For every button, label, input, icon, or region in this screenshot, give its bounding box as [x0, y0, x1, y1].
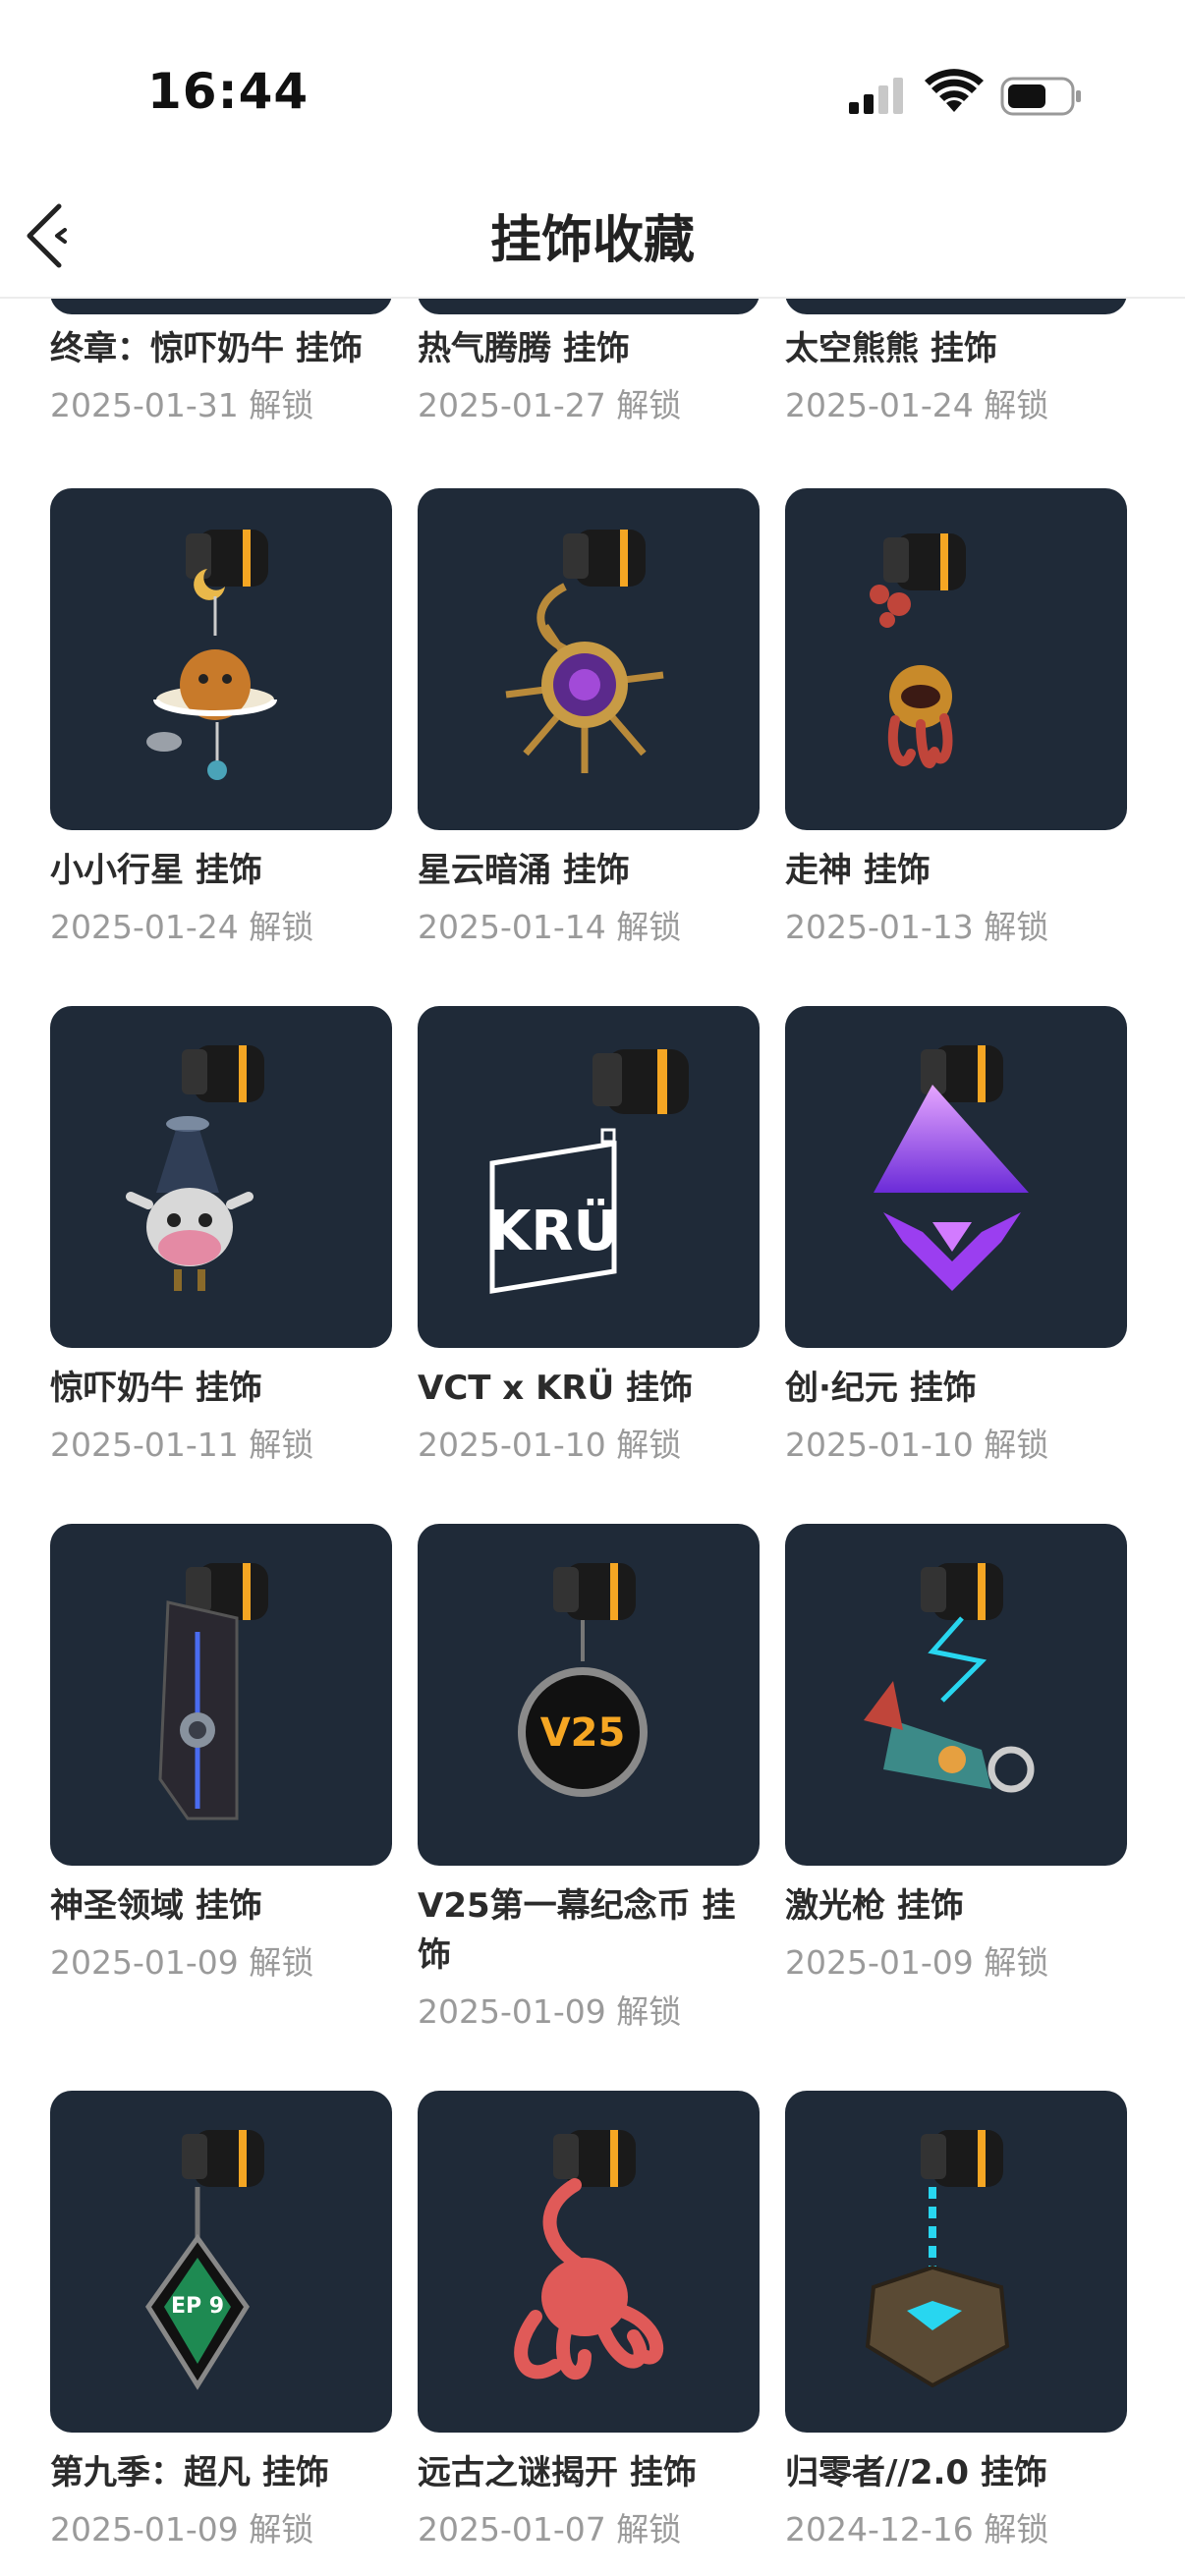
charm-name: 神圣领域 挂饰 [50, 1886, 262, 1926]
charm-thumbnail[interactable] [418, 488, 760, 830]
charm-unlock-date: 2025-01-10 解锁 [418, 1426, 682, 1464]
nav-bar: 挂饰收藏 [0, 177, 1185, 299]
charm-thumbnail[interactable] [785, 488, 1127, 830]
charm-thumbnail[interactable]: V25 [418, 1524, 760, 1866]
charm-unlock-date: 2025-01-11 解锁 [50, 1426, 314, 1464]
charm-unlock-date: 2025-01-09 解锁 [418, 1992, 682, 2031]
charm-clip-icon [182, 2130, 264, 2187]
charm-item[interactable]: 星云暗涌 挂饰 2025-01-14 解锁 [418, 488, 760, 952]
genesis-charm-icon [874, 1045, 1029, 1291]
charm-unlock-date: 2024-12-16 解锁 [785, 2510, 1049, 2548]
kru-logo-charm-icon: KRÜ [488, 1049, 689, 1294]
charm-name: 远古之谜揭开 挂饰 [418, 2453, 697, 2492]
charm-collection-grid[interactable]: 终章：惊吓奶牛 挂饰 2025-01-31 解锁 热气腾腾 挂饰 2025-01… [0, 299, 1185, 2576]
charm-clip-icon [883, 533, 966, 590]
status-bar: 16:44 [0, 0, 1185, 187]
cow-charm-icon [126, 1045, 264, 1291]
charm-clip-icon [553, 2130, 636, 2187]
charm-clip-icon [553, 1563, 636, 1620]
daydream-charm-icon [870, 533, 966, 768]
charm-name: 太空熊熊 挂饰 [785, 329, 997, 368]
charm-item[interactable]: 走神 挂饰 2025-01-13 解锁 [785, 488, 1127, 952]
status-time: 16:44 [147, 63, 310, 120]
charm-item[interactable]: 终章：惊吓奶牛 挂饰 2025-01-31 解锁 [50, 299, 392, 430]
charm-thumbnail[interactable] [50, 299, 392, 314]
charm-clip-icon [592, 1049, 689, 1114]
charm-thumbnail[interactable]: EP 9 [50, 2091, 392, 2433]
charm-item[interactable]: 神圣领域 挂饰 2025-01-09 解锁 [50, 1524, 392, 1988]
charm-name: 创·纪元 挂饰 [785, 1369, 977, 1408]
charm-name: 小小行星 挂饰 [50, 851, 262, 890]
octopus-charm-icon [514, 2130, 663, 2380]
nebula-charm-icon [505, 530, 664, 773]
charm-unlock-date: 2025-01-09 解锁 [50, 2510, 314, 2548]
charm-unlock-date: 2025-01-31 解锁 [50, 386, 314, 424]
charm-thumbnail[interactable] [785, 2091, 1127, 2433]
charm-clip-icon [563, 530, 646, 587]
charm-thumbnail[interactable] [418, 299, 760, 314]
charm-unlock-date: 2025-01-24 解锁 [785, 386, 1049, 424]
charm-unlock-date: 2025-01-27 解锁 [418, 386, 682, 424]
charm-unlock-date: 2025-01-09 解锁 [785, 1943, 1049, 1982]
charm-thumbnail[interactable] [50, 1006, 392, 1348]
charm-clip-icon [182, 1045, 264, 1102]
charm-item[interactable]: 惊吓奶牛 挂饰 2025-01-11 解锁 [50, 1006, 392, 1470]
charm-unlock-date: 2025-01-09 解锁 [50, 1943, 314, 1982]
ep9-badge-text: EP 9 [171, 2294, 224, 2319]
wifi-icon [925, 69, 984, 112]
charm-name: 第九季：超凡 挂饰 [50, 2453, 329, 2492]
charm-item[interactable]: 热气腾腾 挂饰 2025-01-27 解锁 [418, 299, 760, 430]
charm-thumbnail[interactable] [785, 299, 1127, 314]
charm-name: 归零者//2.0 挂饰 [785, 2453, 1047, 2492]
charm-name: VCT x KRÜ 挂饰 [418, 1369, 694, 1408]
charm-item[interactable]: 小小行星 挂饰 2025-01-24 解锁 [50, 488, 392, 952]
v25-coin-text: V25 [540, 1710, 626, 1756]
charm-unlock-date: 2025-01-10 解锁 [785, 1426, 1049, 1464]
page-title: 挂饰收藏 [489, 211, 695, 270]
charm-item[interactable]: KRÜ VCT x KRÜ 挂饰 2025-01-10 解锁 [418, 1006, 760, 1470]
charm-thumbnail[interactable] [785, 1524, 1127, 1866]
charm-item[interactable]: 远古之谜揭开 挂饰 2025-01-07 解锁 [418, 2091, 760, 2554]
reaver-charm-icon [865, 2130, 1010, 2388]
battery-icon [1000, 77, 1081, 116]
charm-name: 走神 挂饰 [785, 851, 931, 890]
charm-thumbnail[interactable] [50, 1524, 392, 1866]
ep9-charm-icon: EP 9 [144, 2130, 264, 2390]
v25-coin-charm-icon: V25 [518, 1563, 648, 1797]
cellular-signal-icon [849, 78, 903, 114]
charm-name: V25第一幕纪念币 挂饰 [418, 1886, 736, 1975]
charm-thumbnail[interactable] [785, 1006, 1127, 1348]
charm-unlock-date: 2025-01-24 解锁 [50, 908, 314, 946]
charm-item[interactable]: 激光枪 挂饰 2025-01-09 解锁 [785, 1524, 1127, 1988]
planet-charm-icon [146, 530, 277, 780]
charm-item[interactable]: V25 V25第一幕纪念币 挂饰 2025-01-09 解锁 [418, 1524, 760, 2037]
kru-logo-text: KRÜ [488, 1200, 618, 1263]
charm-name: 惊吓奶牛 挂饰 [50, 1369, 262, 1408]
charm-thumbnail[interactable]: KRÜ [418, 1006, 760, 1348]
charm-name: 星云暗涌 挂饰 [418, 851, 630, 890]
sanctum-charm-icon [158, 1563, 268, 1820]
charm-unlock-date: 2025-01-07 解锁 [418, 2510, 682, 2548]
charm-thumbnail[interactable] [418, 2091, 760, 2433]
charm-item[interactable]: 太空熊熊 挂饰 2025-01-24 解锁 [785, 299, 1127, 430]
charm-item[interactable]: 创·纪元 挂饰 2025-01-10 解锁 [785, 1006, 1127, 1470]
charm-item[interactable]: EP 9 第九季：超凡 挂饰 2025-01-09 解锁 [50, 2091, 392, 2554]
charm-name: 终章：惊吓奶牛 挂饰 [50, 329, 363, 368]
charm-item[interactable]: 归零者//2.0 挂饰 2024-12-16 解锁 [785, 2091, 1127, 2554]
charm-unlock-date: 2025-01-13 解锁 [785, 908, 1049, 946]
laser-gun-charm-icon [864, 1563, 1035, 1793]
charm-name: 热气腾腾 挂饰 [418, 329, 630, 368]
charm-name: 激光枪 挂饰 [785, 1886, 964, 1926]
charm-clip-icon [921, 1563, 1003, 1620]
charm-thumbnail[interactable] [50, 488, 392, 830]
charm-clip-icon [921, 2130, 1003, 2187]
charm-unlock-date: 2025-01-14 解锁 [418, 908, 682, 946]
